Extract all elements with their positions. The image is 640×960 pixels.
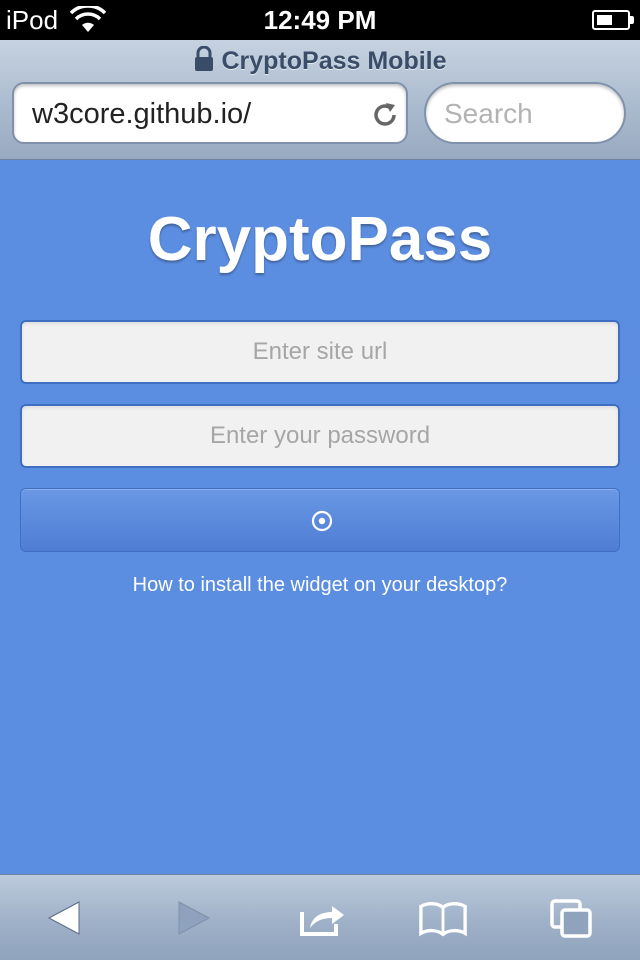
back-arrow-icon xyxy=(47,901,80,935)
status-bar: iPod 12:49 PM xyxy=(0,0,640,40)
battery-icon xyxy=(592,10,634,30)
forward-arrow-icon xyxy=(178,901,211,935)
share-button[interactable] xyxy=(298,895,348,941)
install-help-link[interactable]: How to install the widget on your deskto… xyxy=(0,574,640,597)
app-title: CryptoPass xyxy=(147,205,493,274)
generate-button[interactable] xyxy=(20,488,620,552)
bookmarks-button[interactable] xyxy=(418,895,468,941)
status-time: 12:49 PM xyxy=(263,5,377,35)
password-input[interactable] xyxy=(22,406,618,466)
share-icon xyxy=(300,906,344,936)
url-text[interactable]: w3core.github.io/ xyxy=(32,98,251,131)
back-button[interactable] xyxy=(40,895,90,941)
lock-icon xyxy=(195,46,214,71)
site-url-field[interactable] xyxy=(20,320,620,384)
reload-icon[interactable] xyxy=(370,100,400,130)
bookmarks-icon xyxy=(419,902,467,937)
tabs-button[interactable] xyxy=(546,895,596,941)
browser-toolbar xyxy=(0,874,640,960)
main-content: CryptoPass How to install the widget on … xyxy=(0,160,640,874)
page-title-row: CryptoPass Mobile xyxy=(0,46,640,76)
search-input[interactable] xyxy=(444,96,614,132)
site-url-input[interactable] xyxy=(22,322,618,382)
battery-fill xyxy=(597,15,612,25)
search-field[interactable] xyxy=(424,82,626,144)
tabs-icon xyxy=(550,899,592,938)
password-field[interactable] xyxy=(20,404,620,468)
url-field[interactable]: w3core.github.io/ xyxy=(12,82,408,144)
target-icon xyxy=(311,510,333,532)
page-title: CryptoPass Mobile xyxy=(221,47,447,75)
browser-address-bar: CryptoPass Mobile w3core.github.io/ xyxy=(0,40,640,160)
forward-button[interactable] xyxy=(168,895,218,941)
